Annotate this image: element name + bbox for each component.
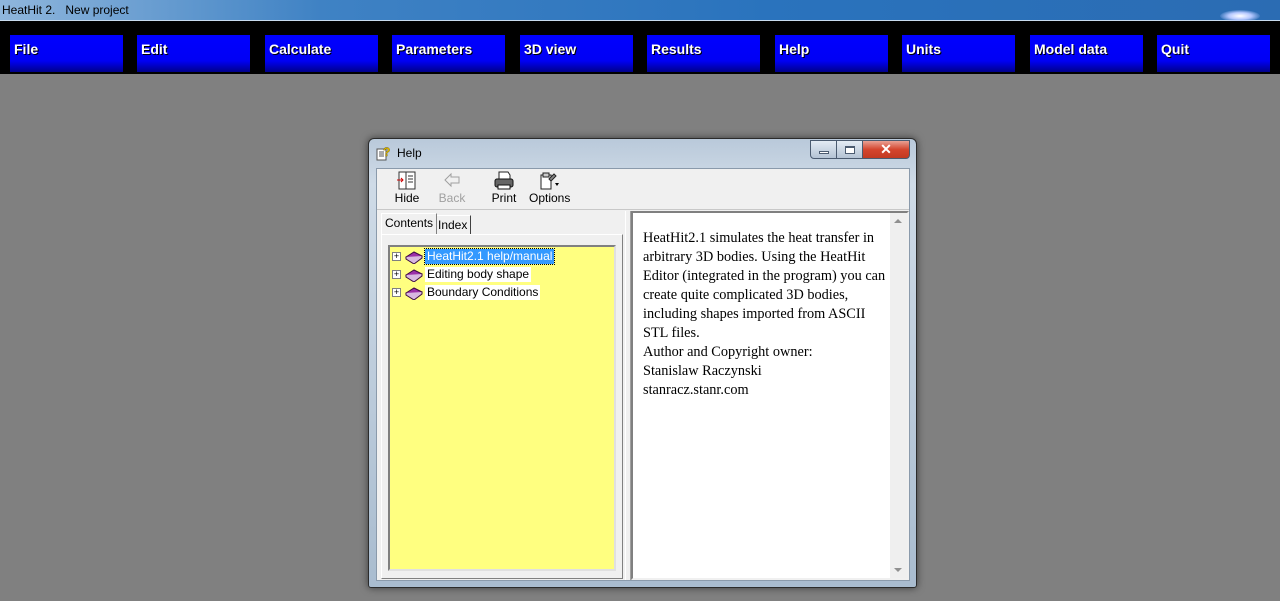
menu-units[interactable]: Units — [902, 35, 1015, 72]
app-title-bar: HeatHit 2. New project — [0, 0, 1280, 22]
menu-help[interactable]: Help — [775, 35, 888, 72]
menu-results[interactable]: Results — [647, 35, 760, 72]
expand-icon[interactable]: + — [392, 252, 401, 261]
vertical-scrollbar[interactable] — [890, 213, 907, 578]
svg-text:?: ? — [383, 145, 390, 159]
menu-parameters[interactable]: Parameters — [392, 35, 505, 72]
maximize-button[interactable] — [837, 140, 863, 159]
topic-content: HeatHit2.1 simulates the heat transfer i… — [643, 229, 891, 400]
help-window: ? Help ✕ Hide Back Print Options Content… — [368, 138, 917, 588]
menu-edit[interactable]: Edit — [137, 35, 250, 72]
scroll-up-icon[interactable] — [894, 219, 902, 223]
help-toolbar: Hide Back Print Options — [377, 169, 909, 210]
caption-buttons: ✕ — [810, 140, 910, 159]
book-icon — [405, 250, 423, 264]
topic-paragraph: HeatHit2.1 simulates the heat transfer i… — [643, 230, 886, 341]
options-button[interactable]: Options — [529, 171, 571, 205]
back-label: Back — [438, 191, 466, 205]
back-button[interactable]: Back — [435, 171, 469, 205]
tree-item-label: HeatHit2.1 help/manual — [423, 248, 556, 265]
tab-contents[interactable]: Contents — [381, 213, 438, 234]
book-icon — [405, 268, 423, 282]
close-icon: ✕ — [880, 141, 892, 157]
menu-model-data[interactable]: Model data — [1030, 35, 1143, 72]
print-button[interactable]: Print — [487, 171, 521, 205]
author-website: stanracz.stanr.com — [643, 382, 749, 398]
tree-item-label: Boundary Conditions — [425, 285, 541, 300]
main-menu-bar: File Edit Calculate Parameters 3D view R… — [0, 21, 1280, 74]
close-button[interactable]: ✕ — [863, 140, 910, 159]
scroll-down-icon[interactable] — [894, 568, 902, 572]
menu-calculate[interactable]: Calculate — [265, 35, 378, 72]
maximize-icon — [844, 145, 855, 154]
printer-icon — [494, 171, 514, 190]
author-name: Stanislaw Raczynski — [643, 363, 762, 379]
menu-file[interactable]: File — [10, 35, 123, 72]
topic-pane: HeatHit2.1 simulates the heat transfer i… — [631, 211, 909, 580]
help-client-area: Hide Back Print Options Contents Index +… — [376, 168, 910, 581]
hide-label: Hide — [394, 191, 420, 205]
help-book-question-icon: ? — [376, 145, 391, 161]
window-title: Help — [397, 146, 422, 160]
navigation-pane: Contents Index + HeatHit2.1 help/manual … — [377, 211, 625, 580]
minimize-button[interactable] — [810, 140, 837, 159]
tab-index[interactable]: Index — [434, 215, 472, 234]
tree-item-label: Editing body shape — [425, 267, 532, 282]
options-icon — [540, 172, 559, 190]
app-title: HeatHit 2. New project — [2, 3, 129, 17]
expand-icon[interactable]: + — [392, 270, 401, 279]
hide-pane-icon — [397, 171, 416, 190]
author-line: Author and Copyright owner: — [643, 344, 813, 360]
hide-button[interactable]: Hide — [389, 171, 425, 205]
tree-item[interactable]: + HeatHit2.1 help/manual — [392, 248, 556, 265]
tree-item[interactable]: + Boundary Conditions — [392, 284, 541, 301]
minimize-icon — [818, 151, 829, 154]
print-label: Print — [491, 191, 517, 205]
contents-tab-panel: + HeatHit2.1 help/manual + Editing body … — [381, 234, 623, 579]
options-label: Options — [529, 191, 571, 205]
menu-quit[interactable]: Quit — [1157, 35, 1270, 72]
expand-icon[interactable]: + — [392, 288, 401, 297]
back-arrow-icon — [444, 172, 460, 188]
menu-3d-view[interactable]: 3D view — [520, 35, 633, 72]
book-icon — [405, 286, 423, 300]
tree-item[interactable]: + Editing body shape — [392, 266, 532, 283]
contents-tree[interactable]: + HeatHit2.1 help/manual + Editing body … — [388, 245, 616, 571]
